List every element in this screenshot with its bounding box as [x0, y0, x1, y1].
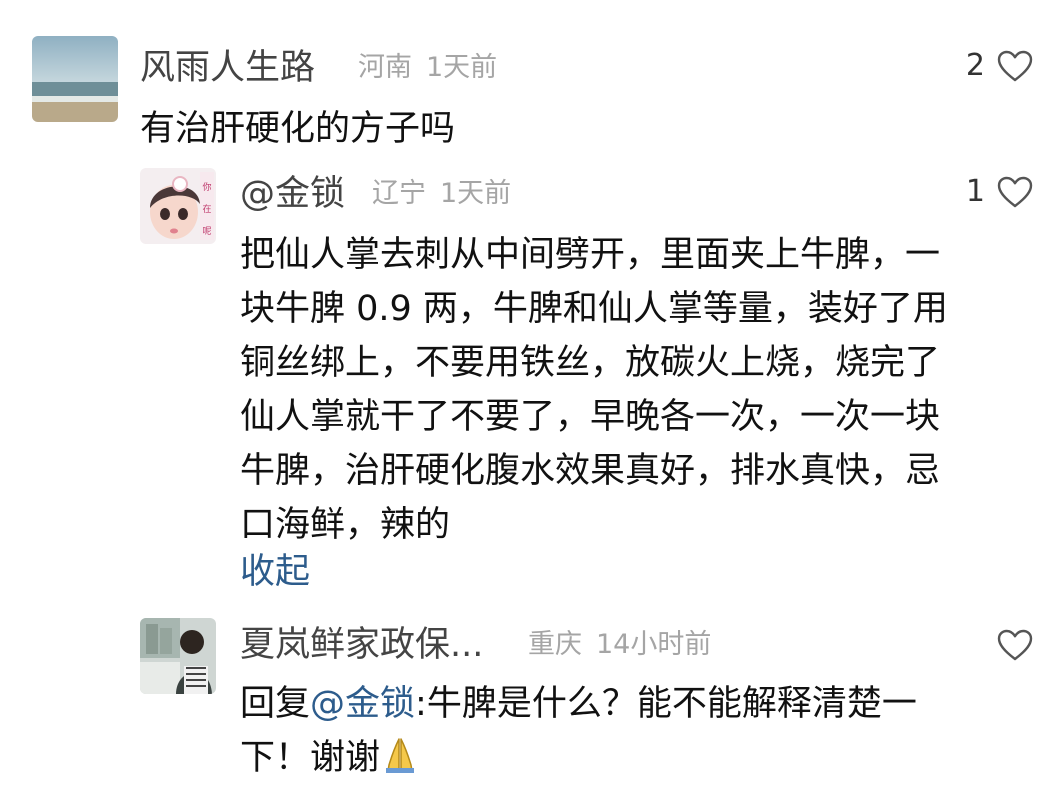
like-button[interactable]: 1 — [966, 176, 1033, 208]
reply-text-line: 仙人掌就干了不要了，早晚各一次，一次一块 — [240, 397, 941, 437]
reply-text-line: 回复@金锁:牛脾是什么？能不能解释清楚一 — [240, 677, 1040, 731]
heart-outline-icon — [997, 176, 1033, 208]
reply-text: 把仙人掌去刺从中间劈开，里面夹上牛脾，一 块牛脾 0.9 两，牛脾和仙人掌等量，… — [240, 228, 1040, 552]
comment-location: 河南 — [358, 52, 412, 83]
collapse-link[interactable]: 收起 — [240, 552, 310, 592]
reply-meta: 重庆 14小时前 — [528, 629, 711, 661]
reply-location: 辽宁 — [372, 178, 426, 209]
reply-location: 重庆 — [528, 629, 582, 660]
reply-meta: 辽宁 1天前 — [372, 178, 511, 210]
avatar-text-2: 在 — [202, 203, 211, 215]
reply-text-line: 块牛脾 0.9 两，牛脾和仙人掌等量，装好了用 — [240, 289, 948, 329]
reply-text-line: 铜丝绑上，不要用铁丝，放碳火上烧，烧完了 — [240, 343, 941, 383]
reply-time: 1天前 — [440, 178, 512, 209]
avatar-photo-image — [140, 618, 216, 694]
heart-outline-icon — [997, 50, 1033, 82]
comment-1: 风雨人生路 河南 1天前 2 有治肝硬化的方子吗 — [0, 0, 1043, 160]
reply-text-line: 牛脾，治肝硬化腹水效果真好，排水真快，忌 — [240, 451, 941, 491]
avatar-girl-image: 你 在 呢 — [140, 168, 216, 244]
reply-mention-link[interactable]: @金锁 — [310, 684, 415, 724]
reply-username[interactable]: @金锁 — [240, 174, 345, 214]
reply-text-rest: :牛脾是什么？能不能解释清楚一 — [415, 684, 917, 724]
like-count: 1 — [965, 174, 985, 209]
reply-text-line: 口海鲜，辣的 — [240, 505, 451, 545]
comment-2: 你 在 呢 @金锁 辽宁 1天前 1 把仙人掌去刺从中间劈开，里面夹上牛脾，一 块… — [0, 160, 1043, 600]
comment-time: 1天前 — [426, 52, 498, 83]
avatar-text-3: 呢 — [202, 226, 211, 237]
reply-text-line2: 下！谢谢 — [240, 738, 381, 778]
folded-hands-emoji-icon — [380, 735, 420, 775]
like-button[interactable]: 2 — [966, 50, 1033, 82]
heart-outline-icon — [997, 629, 1033, 661]
like-count: 2 — [965, 48, 985, 83]
reply-time: 14小时前 — [596, 629, 712, 660]
avatar-text-1: 你 — [202, 181, 211, 193]
comment-meta: 河南 1天前 — [358, 52, 497, 84]
reply-text-line: 下！谢谢 — [240, 731, 1040, 785]
comment-username[interactable]: 风雨人生路 — [140, 48, 315, 88]
avatar-fengyu[interactable] — [32, 36, 118, 122]
comment-text: 有治肝硬化的方子吗 — [140, 109, 456, 149]
reply-text-line: 把仙人掌去刺从中间劈开，里面夹上牛脾，一 — [240, 235, 941, 275]
comment-3: 夏岚鲜家政保... 重庆 14小时前 回复@金锁:牛脾是什么？能不能解释清楚一 下… — [0, 605, 1043, 798]
reply-prefix: 回复 — [240, 684, 311, 724]
like-button[interactable] — [985, 629, 1033, 661]
reply-text: 回复@金锁:牛脾是什么？能不能解释清楚一 下！谢谢 — [240, 677, 1040, 785]
avatar-xialan[interactable] — [140, 618, 216, 694]
avatar-seascape-image — [32, 36, 118, 122]
reply-username[interactable]: 夏岚鲜家政保... — [240, 625, 483, 665]
avatar-jinsuo[interactable]: 你 在 呢 — [140, 168, 216, 244]
